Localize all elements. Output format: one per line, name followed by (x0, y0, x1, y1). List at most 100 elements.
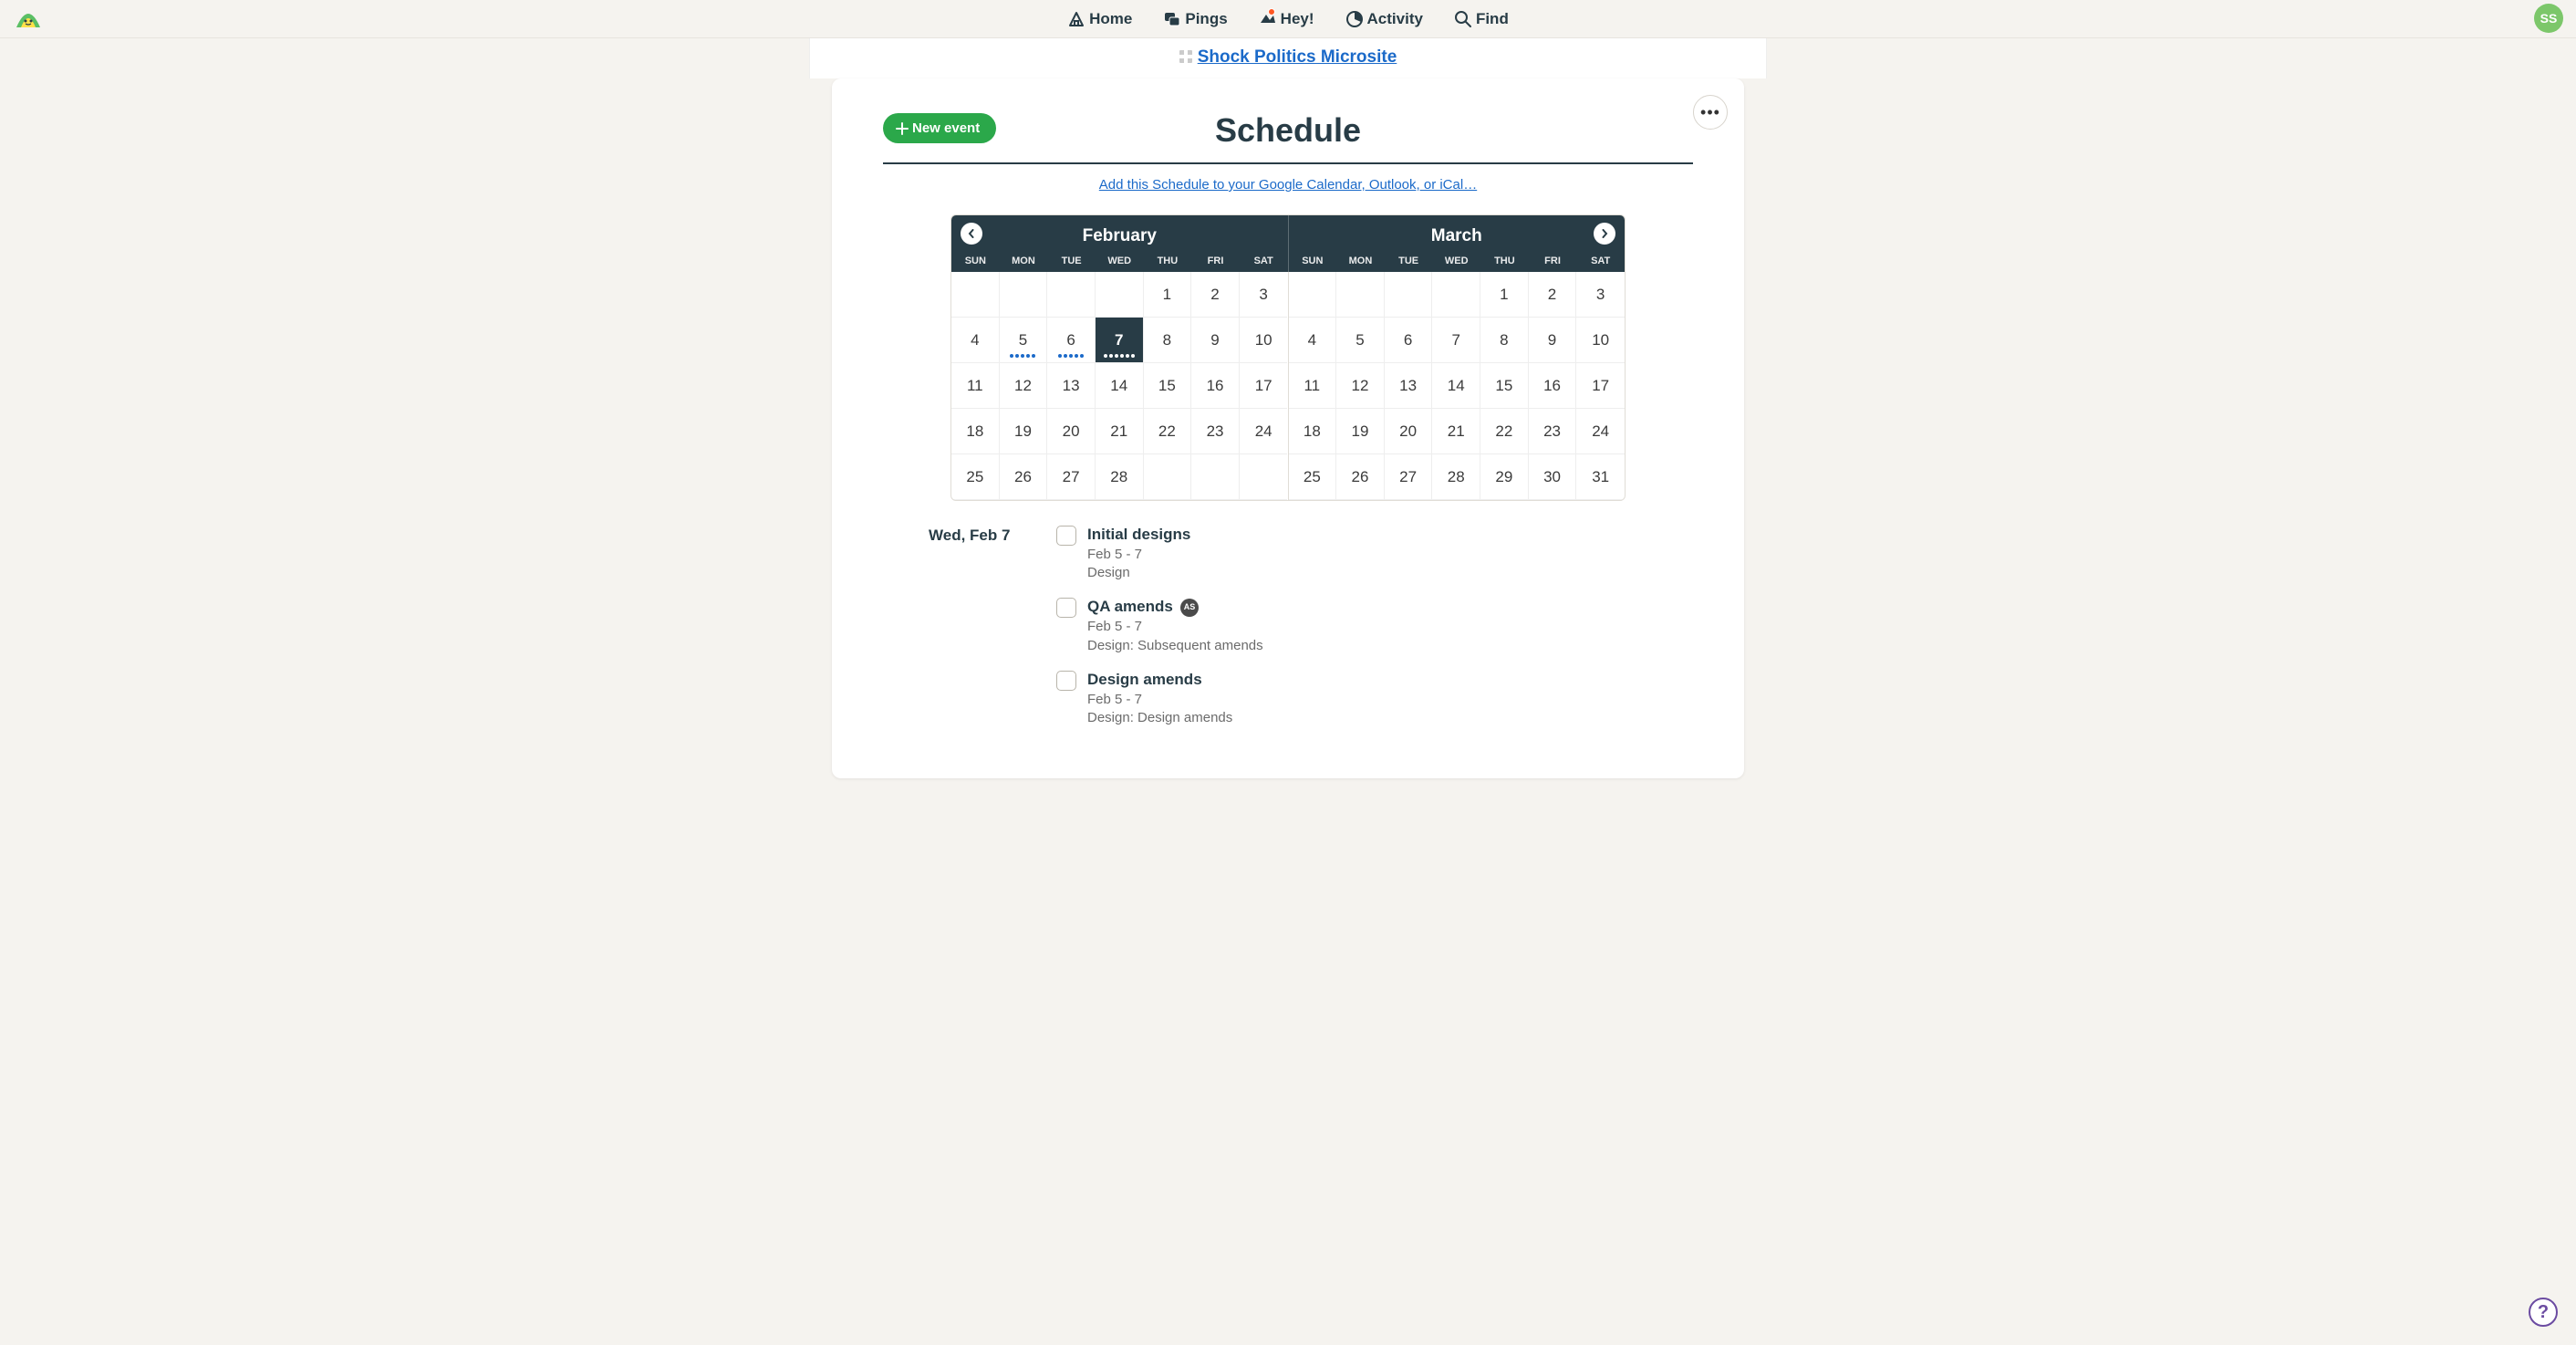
calendar-day[interactable]: 11 (1289, 363, 1337, 409)
todo-checkbox[interactable] (1056, 671, 1076, 691)
calendar-day[interactable]: 26 (1000, 454, 1048, 500)
todo-checkbox[interactable] (1056, 526, 1076, 546)
calendar-day[interactable]: 19 (1000, 409, 1048, 454)
calendar-day[interactable]: 27 (1047, 454, 1096, 500)
calendar-day[interactable]: 13 (1047, 363, 1096, 409)
activity-icon (1345, 10, 1364, 28)
day-of-week-label: SUN (1289, 252, 1337, 272)
calendar-day[interactable]: 29 (1480, 454, 1529, 500)
calendar-day[interactable]: 28 (1432, 454, 1480, 500)
avatar[interactable]: SS (2534, 4, 2563, 33)
main-sheet: ••• New event Schedule Add this Schedule… (832, 78, 1744, 778)
calendar-day (1385, 272, 1433, 318)
prev-month-button[interactable] (961, 223, 982, 245)
day-of-week-label: SAT (1576, 252, 1625, 272)
calendar-day[interactable]: 9 (1529, 318, 1577, 363)
chevron-left-icon (967, 229, 976, 238)
calendar-day[interactable]: 28 (1096, 454, 1144, 500)
help-button[interactable]: ? (2529, 1298, 2558, 1327)
calendar-day[interactable]: 30 (1529, 454, 1577, 500)
calendar-day[interactable]: 10 (1576, 318, 1625, 363)
calendar-day[interactable]: 24 (1240, 409, 1288, 454)
calendar-day[interactable]: 8 (1480, 318, 1529, 363)
nav-pings[interactable]: Pings (1163, 10, 1227, 28)
logo-icon[interactable] (13, 5, 44, 31)
agenda-item-title[interactable]: QA amends (1087, 598, 1173, 615)
agenda-item-title[interactable]: Design amends (1087, 671, 1202, 688)
calendar-day[interactable]: 19 (1336, 409, 1385, 454)
calendar-day[interactable]: 14 (1432, 363, 1480, 409)
calendar-day[interactable]: 2 (1529, 272, 1577, 318)
new-event-label: New event (912, 120, 980, 136)
event-dots-icon (1010, 354, 1035, 358)
calendar-day[interactable]: 5 (1000, 318, 1048, 363)
calendar: FebruarySUNMONTUEWEDTHUFRISAT MarchSUNMO… (950, 214, 1626, 501)
nav-home[interactable]: Home (1067, 10, 1132, 28)
next-month-button[interactable] (1594, 223, 1615, 245)
calendar-day[interactable]: 18 (1289, 409, 1337, 454)
calendar-day[interactable]: 3 (1576, 272, 1625, 318)
calendar-day[interactable]: 22 (1480, 409, 1529, 454)
calendar-day[interactable]: 4 (1289, 318, 1337, 363)
grid-icon (1179, 50, 1192, 63)
calendar-day[interactable]: 1 (1144, 272, 1192, 318)
nav-activity[interactable]: Activity (1345, 10, 1423, 28)
nav-hey[interactable]: Hey! (1259, 10, 1314, 28)
todo-checkbox[interactable] (1056, 598, 1076, 618)
calendar-day[interactable]: 6 (1047, 318, 1096, 363)
calendar-day[interactable]: 9 (1191, 318, 1240, 363)
calendar-day[interactable]: 17 (1240, 363, 1288, 409)
agenda-item: Initial designs Feb 5 - 7 Design (1056, 525, 1693, 582)
calendar-day[interactable]: 12 (1336, 363, 1385, 409)
calendar-day[interactable]: 20 (1047, 409, 1096, 454)
calendar-day[interactable]: 17 (1576, 363, 1625, 409)
calendar-day[interactable]: 8 (1144, 318, 1192, 363)
calendar-day[interactable]: 27 (1385, 454, 1433, 500)
calendar-day[interactable]: 12 (1000, 363, 1048, 409)
new-event-button[interactable]: New event (883, 113, 996, 143)
calendar-day[interactable]: 13 (1385, 363, 1433, 409)
calendar-day[interactable]: 2 (1191, 272, 1240, 318)
calendar-day[interactable]: 23 (1529, 409, 1577, 454)
calendar-day[interactable]: 25 (951, 454, 1000, 500)
month-name: March (1289, 223, 1626, 252)
calendar-day[interactable]: 11 (951, 363, 1000, 409)
calendar-day[interactable]: 31 (1576, 454, 1625, 500)
more-options-button[interactable]: ••• (1693, 95, 1728, 130)
calendar-day[interactable]: 18 (951, 409, 1000, 454)
calendar-sync-link[interactable]: Add this Schedule to your Google Calenda… (1099, 177, 1477, 193)
calendar-day[interactable]: 1 (1480, 272, 1529, 318)
page-title: Schedule (883, 111, 1693, 150)
agenda-item-detail: Design: Design amends (1087, 709, 1232, 727)
calendar-day[interactable]: 7 (1432, 318, 1480, 363)
day-of-week-label: THU (1480, 252, 1529, 272)
calendar-day[interactable]: 16 (1191, 363, 1240, 409)
calendar-day[interactable]: 10 (1240, 318, 1288, 363)
calendar-day[interactable]: 16 (1529, 363, 1577, 409)
calendar-day[interactable]: 26 (1336, 454, 1385, 500)
calendar-day[interactable]: 22 (1144, 409, 1192, 454)
calendar-day[interactable]: 6 (1385, 318, 1433, 363)
home-icon (1067, 10, 1085, 28)
calendar-day (1191, 454, 1240, 500)
calendar-day[interactable]: 14 (1096, 363, 1144, 409)
calendar-day[interactable]: 15 (1144, 363, 1192, 409)
project-link[interactable]: Shock Politics Microsite (1198, 47, 1397, 67)
calendar-day[interactable]: 24 (1576, 409, 1625, 454)
calendar-day[interactable]: 7 (1096, 318, 1144, 363)
calendar-day[interactable]: 5 (1336, 318, 1385, 363)
calendar-day[interactable]: 20 (1385, 409, 1433, 454)
calendar-day[interactable]: 15 (1480, 363, 1529, 409)
calendar-day (1047, 272, 1096, 318)
event-dots-icon (1104, 354, 1135, 358)
calendar-day[interactable]: 3 (1240, 272, 1288, 318)
agenda-item-title[interactable]: Initial designs (1087, 526, 1190, 543)
nav-find[interactable]: Find (1454, 10, 1509, 28)
calendar-day[interactable]: 23 (1191, 409, 1240, 454)
assignee-avatar[interactable]: AS (1180, 599, 1199, 617)
calendar-day[interactable]: 4 (951, 318, 1000, 363)
calendar-day[interactable]: 25 (1289, 454, 1337, 500)
day-of-week-label: THU (1144, 252, 1192, 272)
calendar-day[interactable]: 21 (1096, 409, 1144, 454)
calendar-day[interactable]: 21 (1432, 409, 1480, 454)
